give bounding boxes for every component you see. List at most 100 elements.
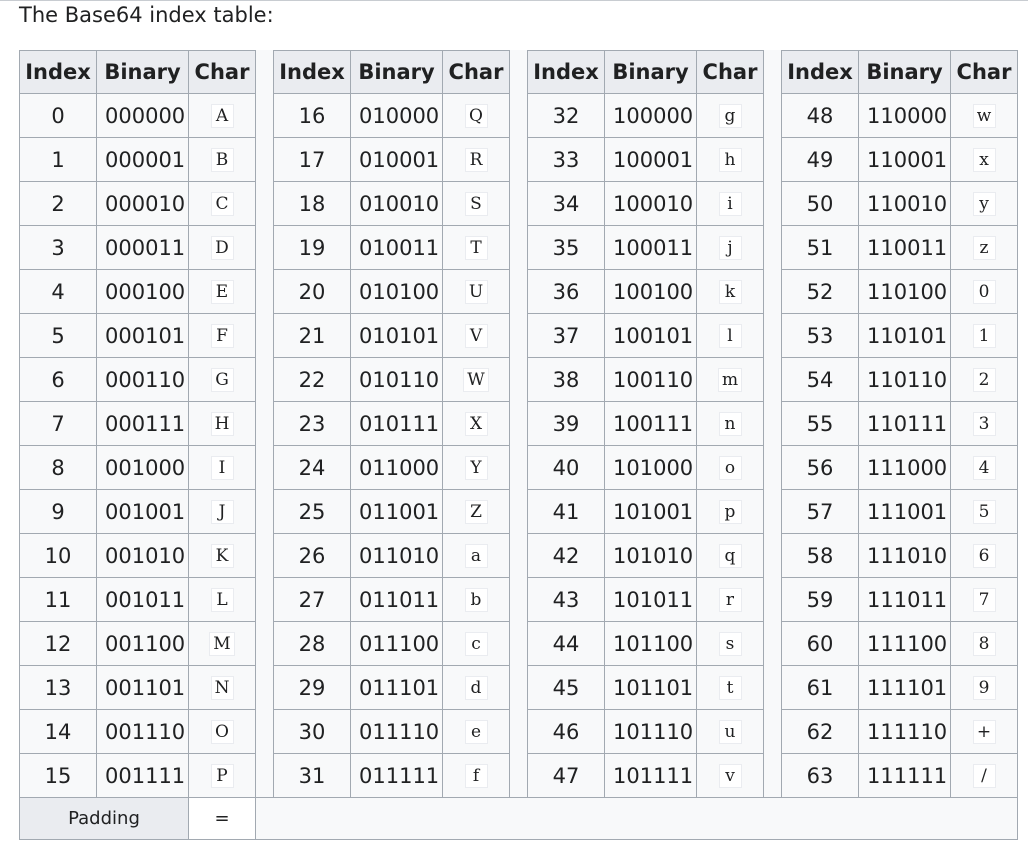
column-gap bbox=[509, 357, 528, 402]
column-gap bbox=[763, 489, 782, 534]
column-gap bbox=[255, 313, 274, 358]
index-cell: 24 bbox=[273, 445, 351, 490]
char-cell: 1 bbox=[950, 313, 1018, 358]
binary-cell: 100000 bbox=[604, 93, 697, 138]
column-gap bbox=[255, 577, 274, 622]
column-gap bbox=[763, 665, 782, 710]
padding-row: Padding = bbox=[19, 797, 1018, 840]
binary-cell: 110010 bbox=[858, 181, 951, 226]
char-glyph: e bbox=[464, 720, 488, 744]
index-cell: 59 bbox=[781, 577, 859, 622]
table-caption: The Base64 index table: bbox=[19, 3, 274, 27]
char-glyph: Q bbox=[464, 104, 488, 128]
char-cell: t bbox=[696, 665, 764, 710]
binary-cell: 011011 bbox=[350, 577, 443, 622]
index-cell: 3 bbox=[19, 225, 97, 270]
char-glyph: 1 bbox=[972, 324, 996, 348]
table-row: 15 001111 P 31 011111 f 47 101111 v 63 111111 / bbox=[19, 753, 1018, 798]
char-cell: Q bbox=[442, 93, 510, 138]
char-glyph: s bbox=[718, 632, 742, 656]
index-cell: 15 bbox=[19, 753, 97, 798]
table-row: 12 001100 M 28 011100 c 44 101100 s 60 111100 8 bbox=[19, 621, 1018, 666]
column-gap bbox=[509, 401, 528, 446]
index-cell: 51 bbox=[781, 225, 859, 270]
index-cell: 56 bbox=[781, 445, 859, 490]
binary-cell: 011110 bbox=[350, 709, 443, 754]
binary-cell: 110100 bbox=[858, 269, 951, 314]
table-row: 0 000000 A 16 010000 Q 32 100000 g 48 110000 w bbox=[19, 93, 1018, 138]
char-cell: y bbox=[950, 181, 1018, 226]
index-cell: 21 bbox=[273, 313, 351, 358]
char-glyph: Z bbox=[464, 500, 488, 524]
char-glyph: 6 bbox=[972, 544, 996, 568]
table-row: 3 000011 D 19 010011 T 35 100011 j 51 110011 z bbox=[19, 225, 1018, 270]
char-glyph: + bbox=[972, 720, 996, 744]
char-cell: k bbox=[696, 269, 764, 314]
index-cell: 50 bbox=[781, 181, 859, 226]
column-gap bbox=[255, 445, 274, 490]
char-cell: q bbox=[696, 533, 764, 578]
char-cell: / bbox=[950, 753, 1018, 798]
char-glyph: X bbox=[464, 412, 488, 436]
binary-cell: 011111 bbox=[350, 753, 443, 798]
char-cell: i bbox=[696, 181, 764, 226]
table-row: 11 001011 L 27 011011 b 43 101011 r 59 111011 7 bbox=[19, 577, 1018, 622]
binary-cell: 111110 bbox=[858, 709, 951, 754]
char-glyph: W bbox=[463, 368, 489, 392]
binary-cell: 111011 bbox=[858, 577, 951, 622]
char-cell: J bbox=[188, 489, 256, 534]
index-cell: 26 bbox=[273, 533, 351, 578]
binary-cell: 100100 bbox=[604, 269, 697, 314]
char-glyph: A bbox=[210, 104, 234, 128]
column-gap bbox=[255, 137, 274, 182]
char-glyph: o bbox=[718, 456, 742, 480]
char-glyph: v bbox=[718, 764, 742, 788]
index-cell: 8 bbox=[19, 445, 97, 490]
binary-cell: 010100 bbox=[350, 269, 443, 314]
binary-cell: 101111 bbox=[604, 753, 697, 798]
index-cell: 13 bbox=[19, 665, 97, 710]
table-row: 5 000101 F 21 010101 V 37 100101 l 53 110101 1 bbox=[19, 313, 1018, 358]
column-gap bbox=[763, 577, 782, 622]
char-cell: v bbox=[696, 753, 764, 798]
index-cell: 41 bbox=[527, 489, 605, 534]
binary-cell: 010000 bbox=[350, 93, 443, 138]
column-gap bbox=[509, 489, 528, 534]
padding-row-filler bbox=[255, 797, 1018, 840]
char-cell: I bbox=[188, 445, 256, 490]
column-gap bbox=[763, 445, 782, 490]
index-cell: 9 bbox=[19, 489, 97, 534]
column-gap bbox=[255, 709, 274, 754]
char-cell: G bbox=[188, 357, 256, 402]
char-glyph: P bbox=[210, 764, 234, 788]
column-header-index: Index bbox=[273, 50, 351, 94]
char-cell: E bbox=[188, 269, 256, 314]
column-gap bbox=[763, 313, 782, 358]
top-divider bbox=[0, 0, 1028, 1]
char-cell: V bbox=[442, 313, 510, 358]
table-row: 2 000010 C 18 010010 S 34 100010 i 50 110010 y bbox=[19, 181, 1018, 226]
char-cell: g bbox=[696, 93, 764, 138]
char-glyph: G bbox=[210, 368, 234, 392]
index-cell: 43 bbox=[527, 577, 605, 622]
char-glyph: R bbox=[464, 148, 488, 172]
char-cell: W bbox=[442, 357, 510, 402]
index-cell: 18 bbox=[273, 181, 351, 226]
column-header-char: Char bbox=[950, 50, 1018, 94]
char-cell: B bbox=[188, 137, 256, 182]
char-cell: d bbox=[442, 665, 510, 710]
char-glyph: 4 bbox=[972, 456, 996, 480]
index-cell: 0 bbox=[19, 93, 97, 138]
index-cell: 58 bbox=[781, 533, 859, 578]
binary-cell: 101011 bbox=[604, 577, 697, 622]
index-cell: 37 bbox=[527, 313, 605, 358]
column-gap bbox=[255, 50, 274, 94]
column-gap bbox=[255, 93, 274, 138]
column-gap bbox=[509, 621, 528, 666]
binary-cell: 101110 bbox=[604, 709, 697, 754]
table-row: 7 000111 H 23 010111 X 39 100111 n 55 110111 3 bbox=[19, 401, 1018, 446]
padding-char: = bbox=[188, 797, 256, 840]
char-glyph: j bbox=[718, 236, 742, 260]
char-cell: C bbox=[188, 181, 256, 226]
index-cell: 53 bbox=[781, 313, 859, 358]
